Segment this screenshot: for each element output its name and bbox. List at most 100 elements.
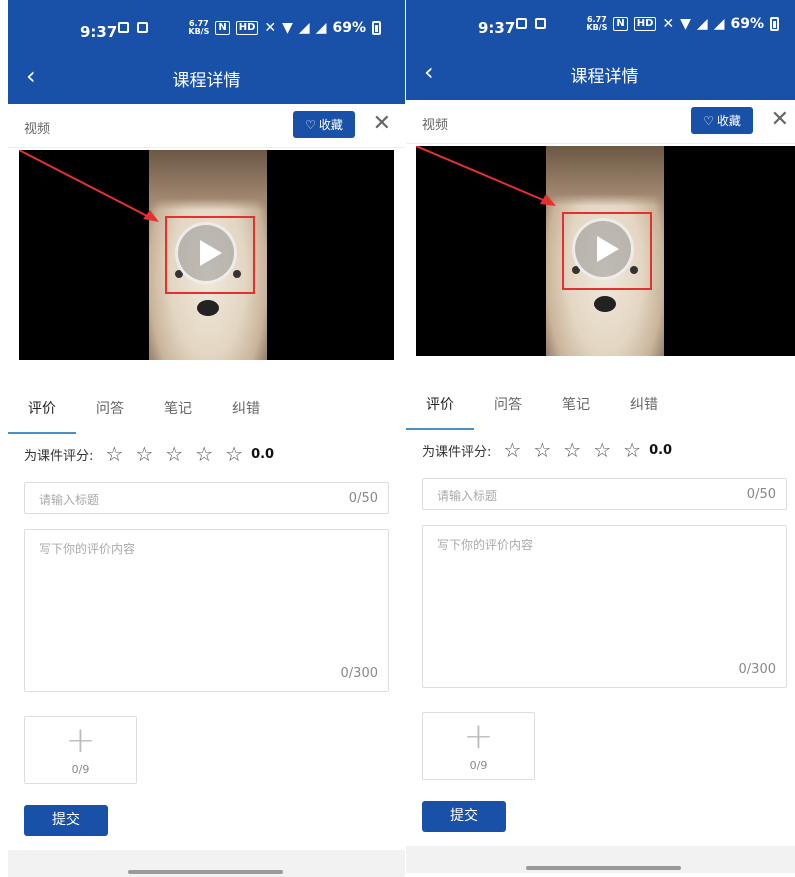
submit-button[interactable]: 提交 bbox=[24, 805, 108, 836]
notification-icon bbox=[118, 22, 129, 33]
mute-icon: ✕ bbox=[662, 16, 675, 32]
video-header: 视频 ♡ 收藏 ✕ bbox=[406, 100, 795, 144]
tab-review[interactable]: 评价 bbox=[8, 386, 76, 434]
battery-percent: 69% bbox=[730, 16, 764, 32]
star-icon[interactable]: ☆ bbox=[105, 444, 123, 464]
upload-counter: 0/9 bbox=[469, 759, 488, 772]
battery-icon bbox=[770, 17, 779, 31]
wifi-icon: ▼ bbox=[282, 20, 293, 36]
star-icon[interactable]: ☆ bbox=[533, 440, 551, 460]
signal-icon-2: ◢ bbox=[315, 20, 327, 36]
nav-bar: ‹ 课程详情 bbox=[406, 48, 795, 100]
content-textarea[interactable]: 写下你的评价内容 0/300 bbox=[422, 525, 787, 688]
content-textarea[interactable]: 写下你的评价内容 0/300 bbox=[24, 529, 389, 692]
close-icon[interactable]: ✕ bbox=[373, 113, 391, 135]
video-player[interactable] bbox=[416, 146, 795, 356]
title-input[interactable]: 请输入标题 0/50 bbox=[24, 482, 389, 514]
title-input[interactable]: 请输入标题 0/50 bbox=[422, 478, 787, 510]
tab-notes[interactable]: 笔记 bbox=[144, 386, 212, 434]
rating-row: 为课件评分: ☆ ☆ ☆ ☆ ☆ 0.0 bbox=[422, 440, 672, 460]
tab-bar: 评价 问答 笔记 纠错 bbox=[406, 382, 795, 430]
nfc-icon: N bbox=[215, 21, 230, 35]
title-placeholder: 请输入标题 bbox=[437, 489, 498, 503]
home-indicator[interactable] bbox=[526, 866, 681, 870]
content-counter: 0/300 bbox=[738, 662, 776, 677]
title-placeholder: 请输入标题 bbox=[39, 493, 100, 507]
rating-label: 为课件评分: bbox=[24, 448, 94, 464]
tab-qa[interactable]: 问答 bbox=[76, 386, 144, 434]
rating-score: 0.0 bbox=[649, 442, 673, 458]
video-player[interactable] bbox=[19, 150, 394, 360]
star-icon[interactable]: ☆ bbox=[593, 440, 611, 460]
network-speed: 6.77 KB/S bbox=[188, 19, 210, 36]
system-icons: 6.77 KB/S N HD ✕ ▼ ◢ ◢ 69% bbox=[188, 20, 381, 36]
rating-label: 为课件评分: bbox=[422, 444, 492, 460]
upload-counter: 0/9 bbox=[71, 763, 90, 776]
screenshot-comparison: 9:37 6.77 KB/S N HD ✕ ▼ ◢ ◢ 69% ‹ 课程详情 视频 bbox=[0, 0, 795, 877]
title-counter: 0/50 bbox=[348, 491, 378, 506]
tab-correction[interactable]: 纠错 bbox=[212, 386, 280, 434]
heart-icon: ♡ bbox=[703, 113, 714, 128]
tab-review[interactable]: 评价 bbox=[406, 382, 474, 430]
star-icon[interactable]: ☆ bbox=[225, 444, 243, 464]
tab-correction[interactable]: 纠错 bbox=[610, 382, 678, 430]
video-label: 视频 bbox=[24, 122, 51, 137]
image-icon bbox=[137, 22, 148, 33]
signal-icon: ◢ bbox=[298, 20, 310, 36]
signal-icon-2: ◢ bbox=[713, 16, 725, 32]
phone-screen-left: 9:37 6.77 KB/S N HD ✕ ▼ ◢ ◢ 69% ‹ 课程详情 视频 bbox=[8, 0, 405, 877]
video-header: 视频 ♡ 收藏 ✕ bbox=[8, 104, 405, 148]
phone-screen-right: 9:37 6.77 KB/S N HD ✕ ▼ ◢ ◢ 69% ‹ 课程详情 视频 bbox=[406, 0, 795, 877]
annotation-arrow bbox=[416, 146, 556, 206]
close-icon[interactable]: ✕ bbox=[771, 109, 789, 131]
content-placeholder: 写下你的评价内容 bbox=[39, 542, 136, 556]
notification-icons bbox=[118, 22, 148, 33]
battery-percent: 69% bbox=[332, 20, 366, 36]
star-icon[interactable]: ☆ bbox=[135, 444, 153, 464]
plus-icon: + bbox=[65, 720, 96, 761]
favorite-button[interactable]: ♡ 收藏 bbox=[293, 111, 355, 138]
content-placeholder: 写下你的评价内容 bbox=[437, 538, 534, 552]
status-time: 9:37 bbox=[80, 23, 118, 41]
wifi-icon: ▼ bbox=[680, 16, 691, 32]
status-bar: 9:37 6.77 KB/S N HD ✕ ▼ ◢ ◢ 69% bbox=[8, 0, 405, 52]
home-indicator[interactable] bbox=[128, 870, 283, 874]
status-bar: 9:37 6.77 KB/S N HD ✕ ▼ ◢ ◢ 69% bbox=[406, 0, 795, 48]
favorite-button[interactable]: ♡ 收藏 bbox=[691, 107, 753, 134]
video-label: 视频 bbox=[422, 118, 449, 133]
star-icon[interactable]: ☆ bbox=[165, 444, 183, 464]
star-icon[interactable]: ☆ bbox=[623, 440, 641, 460]
hd-icon: HD bbox=[235, 21, 259, 35]
title-counter: 0/50 bbox=[746, 487, 776, 502]
tab-qa[interactable]: 问答 bbox=[474, 382, 542, 430]
image-icon bbox=[535, 18, 546, 29]
battery-icon bbox=[372, 21, 381, 35]
video-detail bbox=[197, 300, 219, 316]
submit-button[interactable]: 提交 bbox=[422, 801, 506, 832]
hd-icon: HD bbox=[633, 17, 657, 31]
content-counter: 0/300 bbox=[340, 666, 378, 681]
heart-icon: ♡ bbox=[305, 117, 316, 132]
nfc-icon: N bbox=[613, 17, 628, 31]
star-icon[interactable]: ☆ bbox=[503, 440, 521, 460]
annotation-arrow bbox=[19, 150, 159, 222]
image-upload-button[interactable]: + 0/9 bbox=[24, 716, 137, 784]
page-title: 课程详情 bbox=[172, 71, 241, 91]
tab-notes[interactable]: 笔记 bbox=[542, 382, 610, 430]
image-upload-button[interactable]: + 0/9 bbox=[422, 712, 535, 780]
rating-score: 0.0 bbox=[251, 446, 275, 462]
mute-icon: ✕ bbox=[264, 20, 277, 36]
plus-icon: + bbox=[463, 716, 494, 757]
star-icon[interactable]: ☆ bbox=[195, 444, 213, 464]
status-time: 9:37 bbox=[478, 19, 516, 37]
signal-icon: ◢ bbox=[696, 16, 708, 32]
network-speed: 6.77 KB/S bbox=[586, 15, 608, 32]
page-title: 课程详情 bbox=[570, 67, 639, 87]
tab-bar: 评价 问答 笔记 纠错 bbox=[8, 386, 405, 434]
notification-icon bbox=[516, 18, 527, 29]
star-icon[interactable]: ☆ bbox=[563, 440, 581, 460]
video-detail bbox=[594, 296, 616, 312]
rating-row: 为课件评分: ☆ ☆ ☆ ☆ ☆ 0.0 bbox=[24, 444, 274, 464]
notification-icons bbox=[516, 18, 546, 29]
system-icons: 6.77 KB/S N HD ✕ ▼ ◢ ◢ 69% bbox=[586, 16, 779, 32]
